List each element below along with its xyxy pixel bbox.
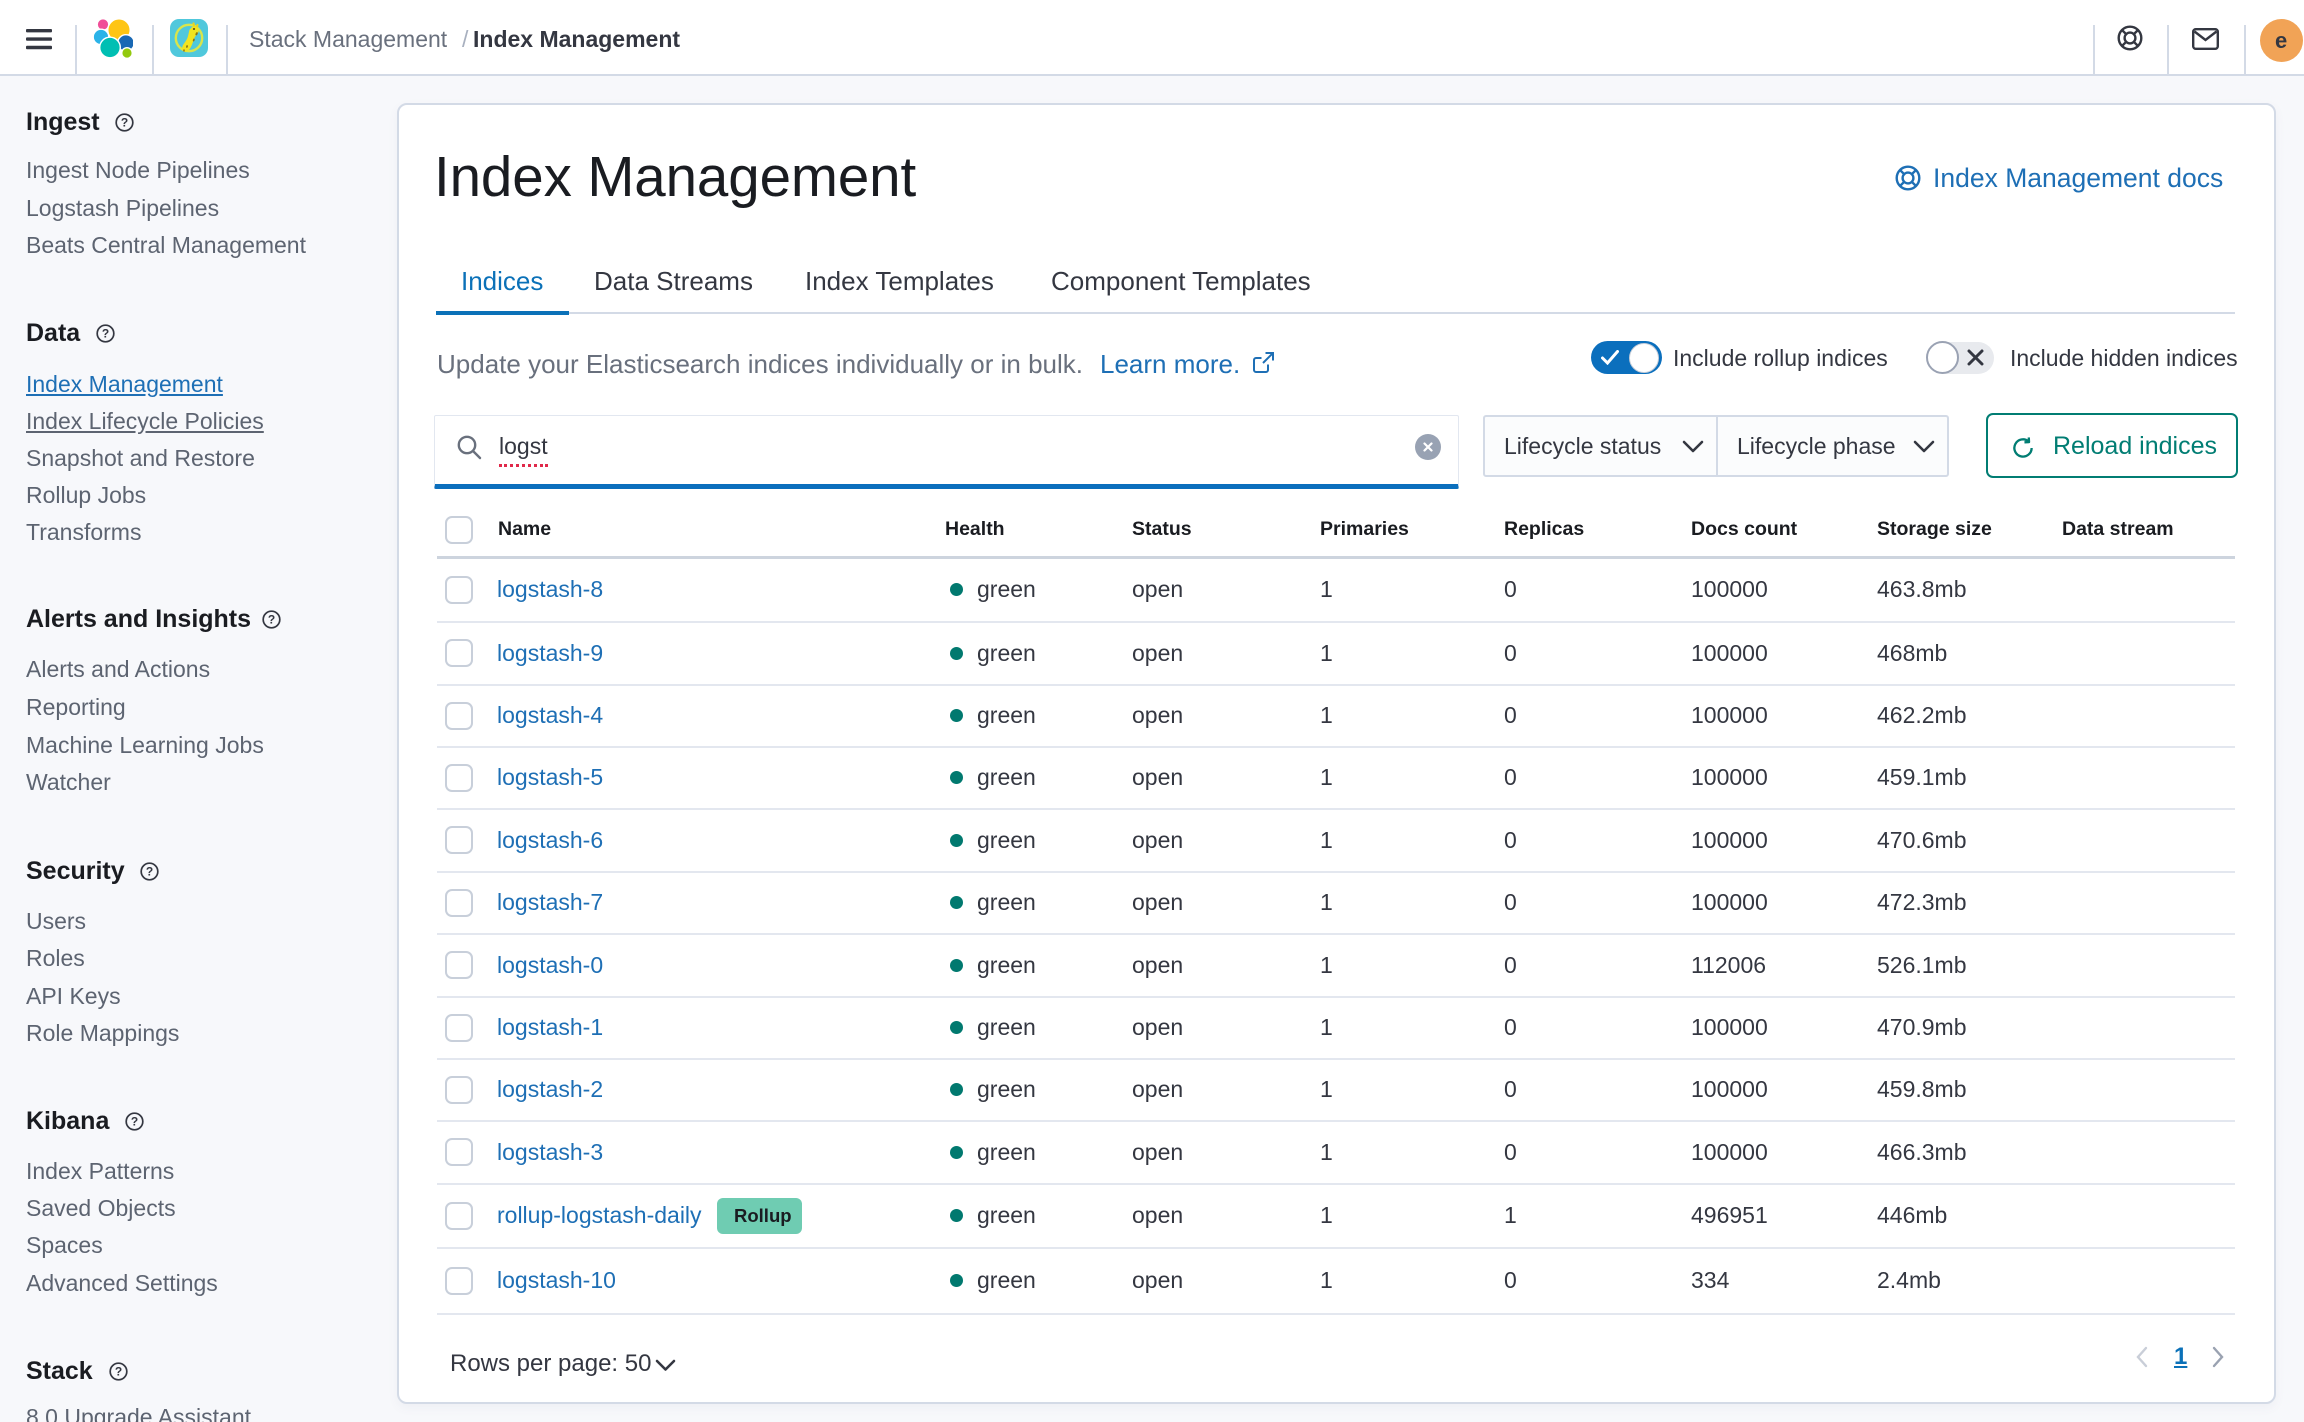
svg-text:?: ? bbox=[268, 612, 275, 626]
svg-text:?: ? bbox=[121, 115, 128, 129]
svg-text:?: ? bbox=[131, 1114, 138, 1128]
svg-text:?: ? bbox=[115, 1364, 122, 1378]
svg-text:?: ? bbox=[102, 326, 109, 340]
svg-text:?: ? bbox=[146, 864, 153, 878]
